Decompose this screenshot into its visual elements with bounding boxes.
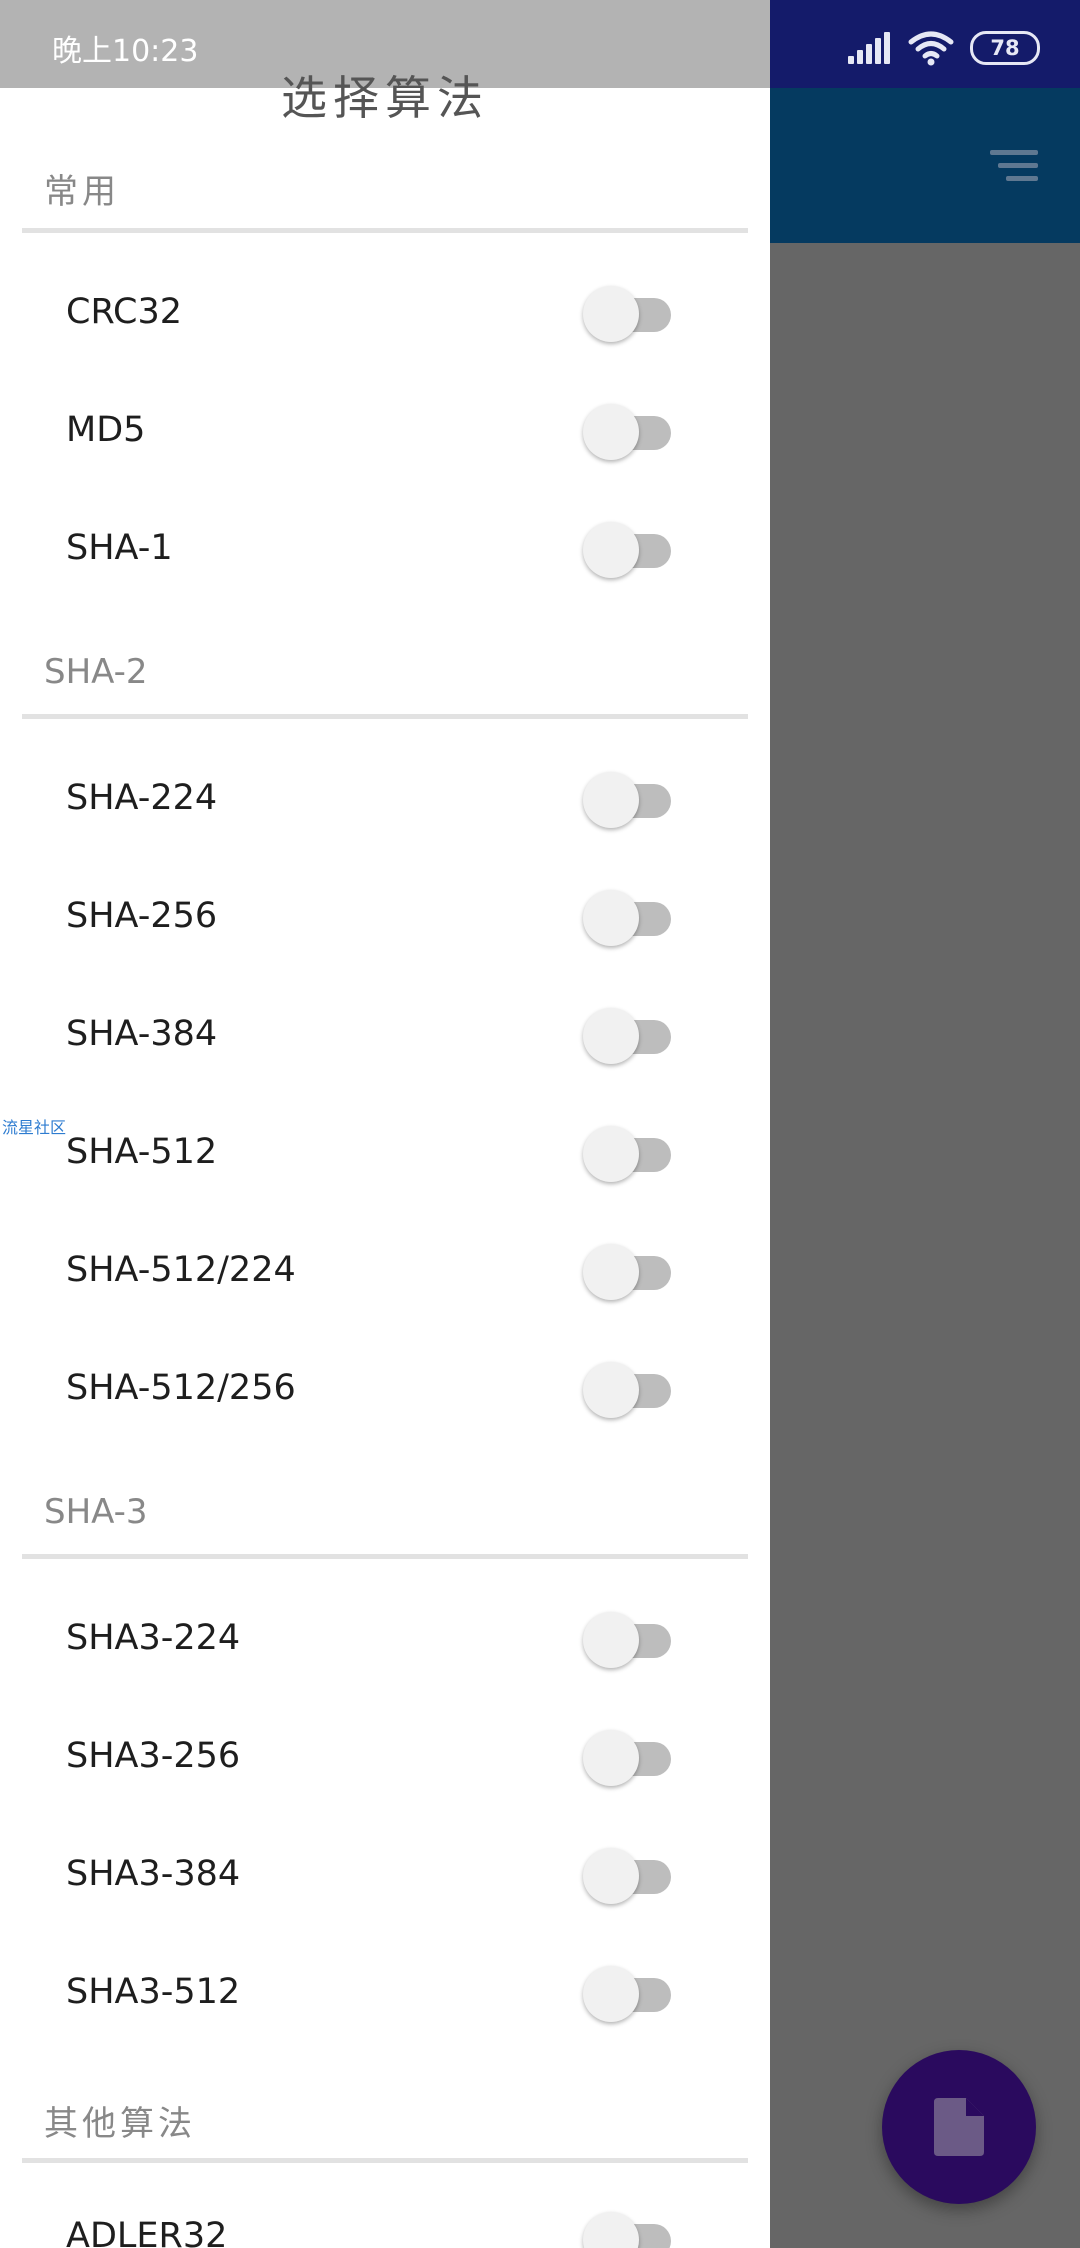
sort-icon[interactable] (990, 150, 1038, 184)
algorithm-label: SHA-224 (66, 778, 218, 818)
toggle-sha-512[interactable] (583, 1124, 677, 1184)
toggle-sha3-512[interactable] (583, 1964, 677, 2024)
signal-icon (848, 32, 892, 64)
algorithm-label: SHA-1 (66, 528, 173, 568)
toggle-md5[interactable] (583, 402, 677, 462)
file-icon (934, 2098, 984, 2156)
drawer-title: 选择算法 (281, 71, 489, 125)
algorithm-label: ADLER32 (66, 2216, 228, 2248)
algorithm-label: SHA3-256 (66, 1736, 241, 1776)
section-divider (22, 2158, 748, 2163)
watermark-text: 流星社区 (2, 1118, 67, 1137)
toggle-sha3-256[interactable] (583, 1728, 677, 1788)
section-divider (22, 714, 748, 719)
algorithm-label: SHA3-384 (66, 1854, 241, 1894)
toggle-sha-512-256[interactable] (583, 1360, 677, 1420)
algorithm-label: CRC32 (66, 292, 182, 332)
toggle-sha3-224[interactable] (583, 1610, 677, 1670)
algorithm-label: SHA-512/224 (66, 1250, 296, 1290)
section-divider (22, 228, 748, 233)
toggle-sha-1[interactable] (583, 520, 677, 580)
section-header-common: 常用 (44, 172, 120, 212)
section-header-other: 其他算法 (44, 2104, 196, 2144)
algorithm-drawer: 晚上10:23 选择算法 常用 CRC32 MD5 SHA-1 SHA-2 SH… (0, 0, 770, 2248)
section-header-sha2: SHA-2 (44, 652, 148, 692)
open-file-button[interactable] (882, 2050, 1036, 2204)
toggle-sha-256[interactable] (583, 888, 677, 948)
toggle-sha3-384[interactable] (583, 1846, 677, 1906)
toggle-sha-384[interactable] (583, 1006, 677, 1066)
toggle-crc32[interactable] (583, 284, 677, 344)
toggle-sha-224[interactable] (583, 770, 677, 830)
algorithm-label: SHA-256 (66, 896, 218, 936)
algorithm-label: SHA-512/256 (66, 1368, 296, 1408)
toggle-sha-512-224[interactable] (583, 1242, 677, 1302)
status-icons: 78 (848, 28, 1040, 68)
algorithm-label: SHA3-512 (66, 1972, 241, 2012)
section-header-sha3: SHA-3 (44, 1492, 148, 1532)
algorithm-label: MD5 (66, 410, 146, 450)
section-divider (22, 1554, 748, 1559)
toggle-adler32[interactable] (583, 2210, 677, 2248)
algorithm-label: SHA3-224 (66, 1618, 241, 1658)
algorithm-label: SHA-512 (66, 1132, 218, 1172)
wifi-icon (908, 31, 954, 66)
algorithm-label: SHA-384 (66, 1014, 218, 1054)
battery-indicator: 78 (970, 31, 1040, 65)
